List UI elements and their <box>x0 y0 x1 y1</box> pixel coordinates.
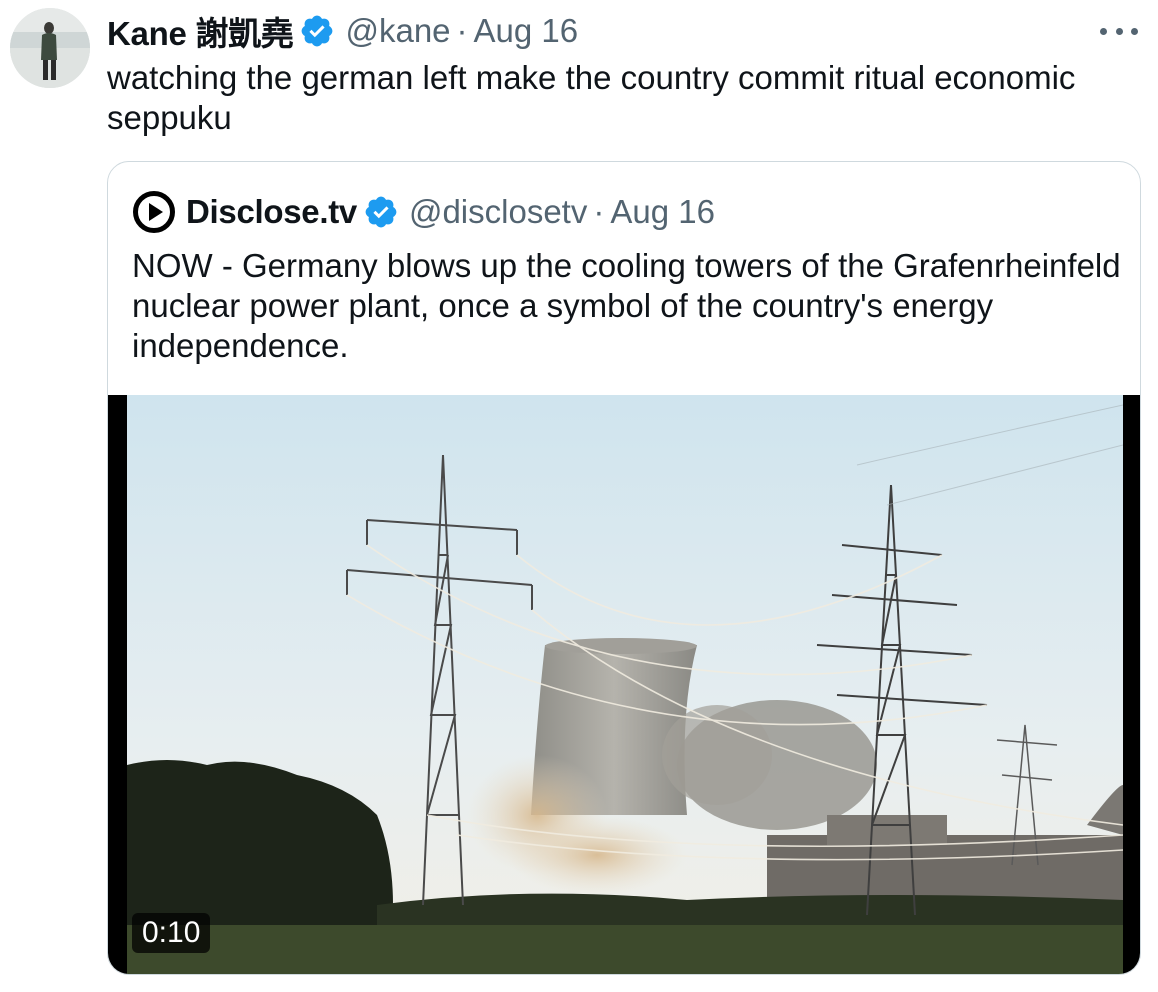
ellipsis-icon <box>1100 27 1107 35</box>
more-options-button[interactable] <box>1100 20 1138 42</box>
tweet[interactable]: Kane 謝凱堯 @kane · Aug 16 watching the ger… <box>0 0 1158 992</box>
quoted-tweet-text: NOW - Germany blows up the cooling tower… <box>132 247 1121 364</box>
quoted-author-handle[interactable]: @disclosetv <box>409 193 587 231</box>
tweet-date[interactable]: Aug 16 <box>474 12 579 50</box>
ellipsis-icon <box>1131 27 1138 35</box>
video-thumbnail <box>127 395 1123 974</box>
verified-badge-icon <box>363 194 399 230</box>
video-player[interactable]: 0:10 <box>108 395 1140 974</box>
verified-badge-icon <box>299 13 335 49</box>
ellipsis-icon <box>1115 27 1123 35</box>
quoted-tweet-header: Disclose.tv @disclosetv · Aug 16 <box>132 190 715 234</box>
quoted-tweet-date[interactable]: Aug 16 <box>610 193 715 231</box>
quoted-tweet-card[interactable]: Disclose.tv @disclosetv · Aug 16 NOW - G… <box>107 161 1141 975</box>
author-avatar[interactable] <box>10 8 90 88</box>
tweet-text: watching the german left make the countr… <box>107 59 1076 136</box>
quoted-author-display-name[interactable]: Disclose.tv <box>186 193 357 231</box>
header-separator: · <box>456 12 468 49</box>
play-circle-logo-icon[interactable] <box>132 190 176 234</box>
video-duration-badge: 0:10 <box>132 913 211 953</box>
quoted-header-separator: · <box>593 193 605 230</box>
author-handle[interactable]: @kane <box>345 12 450 50</box>
author-display-name[interactable]: Kane 謝凱堯 <box>107 7 294 55</box>
tweet-header: Kane 謝凱堯 @kane · Aug 16 <box>107 10 578 52</box>
person-avatar-icon <box>10 8 90 88</box>
